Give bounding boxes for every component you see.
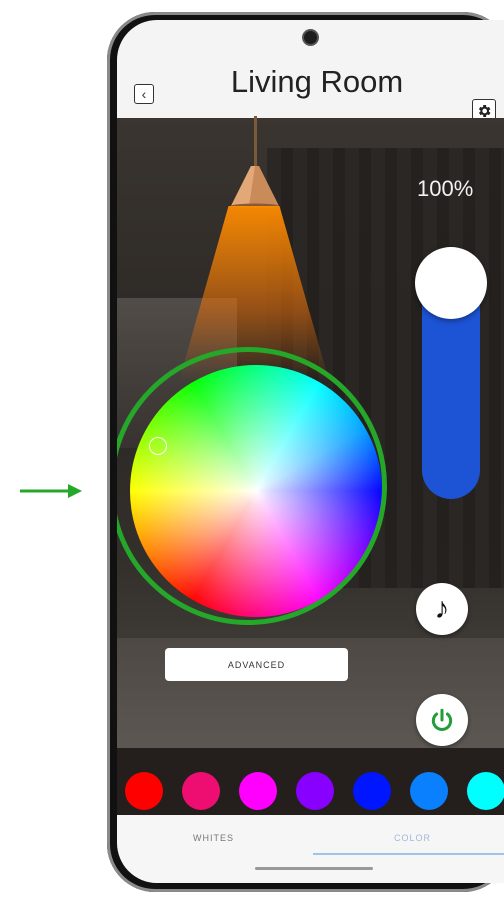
active-tab-indicator bbox=[313, 853, 504, 855]
power-icon bbox=[431, 708, 453, 731]
color-swatch[interactable] bbox=[239, 772, 277, 810]
header: ‹ Living Room bbox=[117, 20, 504, 123]
annotation-arrow bbox=[20, 484, 82, 498]
chevron-left-icon: ‹ bbox=[141, 86, 147, 102]
advanced-button[interactable]: ADVANCED bbox=[165, 648, 348, 681]
front-camera bbox=[304, 31, 317, 44]
music-button[interactable]: ♪ bbox=[416, 583, 468, 635]
brightness-slider-handle[interactable] bbox=[415, 247, 487, 319]
gear-icon bbox=[478, 105, 491, 117]
color-swatch[interactable] bbox=[296, 772, 334, 810]
lamp-cord bbox=[254, 116, 257, 168]
tab-whites[interactable]: WHITES bbox=[193, 833, 234, 843]
home-indicator[interactable] bbox=[255, 867, 373, 870]
power-button[interactable] bbox=[416, 694, 468, 746]
color-swatch[interactable] bbox=[182, 772, 220, 810]
color-swatch[interactable] bbox=[125, 772, 163, 810]
color-swatch[interactable] bbox=[410, 772, 448, 810]
highlight-ring bbox=[117, 347, 387, 625]
color-swatch[interactable] bbox=[353, 772, 391, 810]
app-screen: ‹ Living Room 100% ♪ ADVANCED WHITES COL… bbox=[117, 20, 504, 883]
tab-bar: WHITES COLOR bbox=[117, 815, 504, 883]
tab-color[interactable]: COLOR bbox=[394, 833, 431, 843]
page-title: Living Room bbox=[230, 64, 404, 99]
brightness-percent: 100% bbox=[417, 176, 474, 201]
pendant-lamp-icon bbox=[231, 166, 279, 208]
music-note-icon: ♪ bbox=[434, 592, 450, 625]
back-button[interactable]: ‹ bbox=[134, 84, 154, 104]
color-swatch[interactable] bbox=[467, 772, 504, 810]
